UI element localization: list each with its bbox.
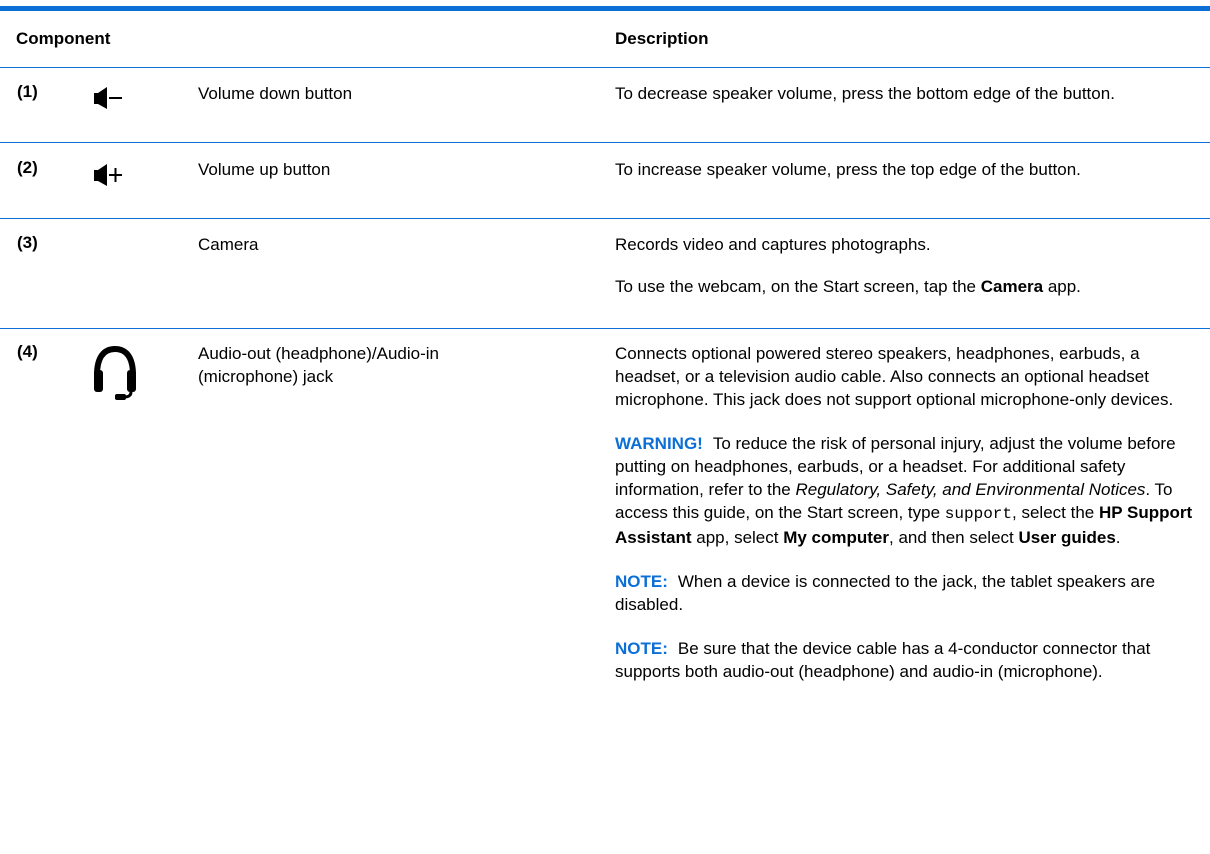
row-divider xyxy=(0,142,1210,143)
row-3-desc-text-2: To use the webcam, on the Start screen, … xyxy=(615,277,1081,296)
header-component: Component xyxy=(16,29,111,48)
note-2: NOTE: Be sure that the device cable has a… xyxy=(615,639,1151,681)
row-1-description: To decrease speaker volume, press the bo… xyxy=(615,82,1193,105)
row-4-name: Audio-out (headphone)/Audio-in (micropho… xyxy=(198,344,440,386)
row-3-number: (3) xyxy=(17,233,38,252)
note-1: NOTE: When a device is connected to the j… xyxy=(615,572,1156,614)
headset-icon xyxy=(94,345,136,400)
row-2-desc-text: To increase speaker volume, press the to… xyxy=(615,160,1081,179)
row-3-description: Records video and captures photographs. … xyxy=(615,233,1193,298)
row-1-number: (1) xyxy=(17,82,38,101)
top-rule xyxy=(0,6,1210,11)
row-2-number: (2) xyxy=(17,158,38,177)
row-3-desc-text-1: Records video and captures photographs. xyxy=(615,235,931,254)
row-divider xyxy=(0,218,1210,219)
row-4-desc-text: Connects optional powered stereo speaker… xyxy=(615,344,1174,409)
row-1-desc-text: To decrease speaker volume, press the bo… xyxy=(615,84,1115,103)
row-2-description: To increase speaker volume, press the to… xyxy=(615,158,1193,181)
header-description: Description xyxy=(615,29,709,48)
volume-up-icon xyxy=(94,164,122,186)
warning-label: WARNING! xyxy=(615,434,703,453)
volume-down-icon xyxy=(94,87,122,109)
warning-note: WARNING! To reduce the risk of personal i… xyxy=(615,434,1193,547)
row-divider xyxy=(0,328,1210,329)
note-label: NOTE: xyxy=(615,639,668,658)
row-4-description: Connects optional powered stereo speaker… xyxy=(615,342,1193,683)
header-divider xyxy=(0,67,1210,68)
row-1-name: Volume down button xyxy=(198,84,353,103)
row-3-name: Camera xyxy=(198,235,259,254)
row-2-name: Volume up button xyxy=(198,160,331,179)
note-label: NOTE: xyxy=(615,572,668,591)
row-4-number: (4) xyxy=(17,342,38,361)
